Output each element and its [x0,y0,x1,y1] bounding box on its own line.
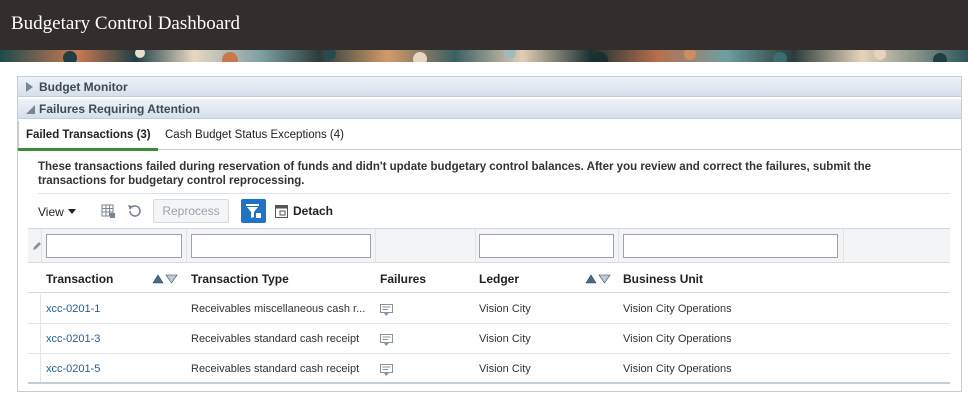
business-unit-filter-input[interactable] [623,234,838,258]
refresh-icon[interactable] [126,203,142,219]
collapse-triangle-icon[interactable] [26,105,35,114]
failure-details-icon[interactable] [380,304,394,316]
budget-monitor-header[interactable]: Budget Monitor [18,77,961,97]
sort-ascending-descending-icon[interactable] [152,274,178,284]
transaction-filter-input[interactable] [46,234,182,258]
dashboard-panel: Budget Monitor Failures Requiring Attent… [17,76,962,392]
ledger-cell: Vision City [479,363,531,375]
transaction-type-cell: Receivables miscellaneous cash r... [191,303,366,315]
transaction-link[interactable]: xcc-0201-1 [46,303,100,315]
freeze-columns-icon[interactable] [100,203,116,219]
description-text: These transactions failed during reserva… [38,161,872,187]
expand-triangle-icon[interactable] [26,82,33,92]
failures-header[interactable]: Failures Requiring Attention [18,99,961,119]
table-toolbar: View Reprocess Detach [38,198,950,226]
transaction-type-cell: Receivables standard cash receipt [191,333,360,345]
view-menu[interactable]: View [38,205,76,219]
chevron-down-icon [67,209,76,214]
transaction-type-filter-input[interactable] [191,234,371,258]
column-header-business-unit[interactable]: Business Unit [623,272,703,286]
sort-ascending-descending-icon[interactable] [585,274,611,284]
reprocess-button[interactable]: Reprocess [153,199,229,223]
tab-cash-budget-status-exceptions[interactable]: Cash Budget Status Exceptions (4) [165,121,344,150]
view-menu-label: View [38,205,64,219]
tab-bar: Failed Transactions (3) Cash Budget Stat… [18,121,961,151]
business-unit-cell: Vision City Operations [623,333,732,345]
active-tab-indicator [18,148,158,151]
failed-transactions-table: Transaction Transaction Type Failures Le… [28,228,950,385]
table-row[interactable]: xcc-0201-5 Receivables standard cash rec… [28,354,950,384]
detach-button[interactable]: Detach [293,204,333,218]
column-header-transaction-type[interactable]: Transaction Type [191,272,289,286]
failure-details-icon[interactable] [380,364,394,376]
column-header-failures[interactable]: Failures [380,272,426,286]
filter-icon [246,204,261,218]
table-row[interactable]: xcc-0201-1 Receivables miscellaneous cas… [28,294,950,324]
table-bottom-border [28,382,950,384]
failure-details-icon[interactable] [380,334,394,346]
page-title: Budgetary Control Dashboard [11,13,241,34]
failures-label: Failures Requiring Attention [39,102,200,116]
ledger-cell: Vision City [479,333,531,345]
budget-monitor-label: Budget Monitor [39,80,128,94]
column-header-ledger[interactable]: Ledger [479,272,519,286]
tab-failed-transactions[interactable]: Failed Transactions (3) [26,121,151,150]
ledger-cell: Vision City [479,303,531,315]
transaction-type-cell: Receivables standard cash receipt [191,363,360,375]
business-unit-cell: Vision City Operations [623,363,732,375]
transaction-link[interactable]: xcc-0201-3 [46,333,100,345]
detach-icon[interactable] [275,205,288,218]
table-row[interactable]: xcc-0201-3 Receivables standard cash rec… [28,324,950,354]
query-by-example-button[interactable] [241,199,266,223]
title-bar: Budgetary Control Dashboard [0,0,968,50]
ledger-filter-input[interactable] [479,234,614,258]
table-header-row: Transaction Transaction Type Failures Le… [28,264,950,293]
decorative-banner [0,50,968,62]
column-header-transaction[interactable]: Transaction [46,272,113,286]
filter-row [28,229,950,263]
transaction-link[interactable]: xcc-0201-5 [46,363,100,375]
divider [38,193,950,194]
business-unit-cell: Vision City Operations [623,303,732,315]
